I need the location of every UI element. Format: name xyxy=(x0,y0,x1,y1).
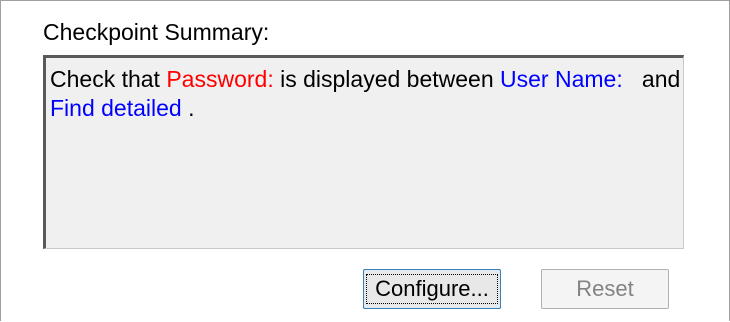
summary-text-middle: is displayed between xyxy=(273,66,501,92)
configure-button[interactable]: Configure... xyxy=(363,269,501,309)
configure-button-label: Configure... xyxy=(366,274,498,304)
reset-button[interactable]: Reset xyxy=(541,269,669,309)
checkpoint-summary-label: Checkpoint Summary: xyxy=(43,19,270,45)
summary-line-1: Check that Password: is displayed betwee… xyxy=(50,65,681,94)
summary-before-object: User Name: xyxy=(500,66,623,92)
reset-button-label: Reset xyxy=(576,276,634,301)
summary-line-2: Find detailed . xyxy=(50,94,679,123)
summary-field-name: Password: xyxy=(166,66,274,92)
summary-after-object: Find detailed xyxy=(50,95,182,121)
checkpoint-summary-textbox: Check that Password: is displayed betwee… xyxy=(43,55,684,249)
summary-text-end: . xyxy=(181,95,195,121)
summary-text-prefix: Check that xyxy=(50,66,167,92)
summary-and-word: and xyxy=(622,66,681,92)
checkpoint-summary-panel: Checkpoint Summary: Check that Password:… xyxy=(0,0,730,321)
